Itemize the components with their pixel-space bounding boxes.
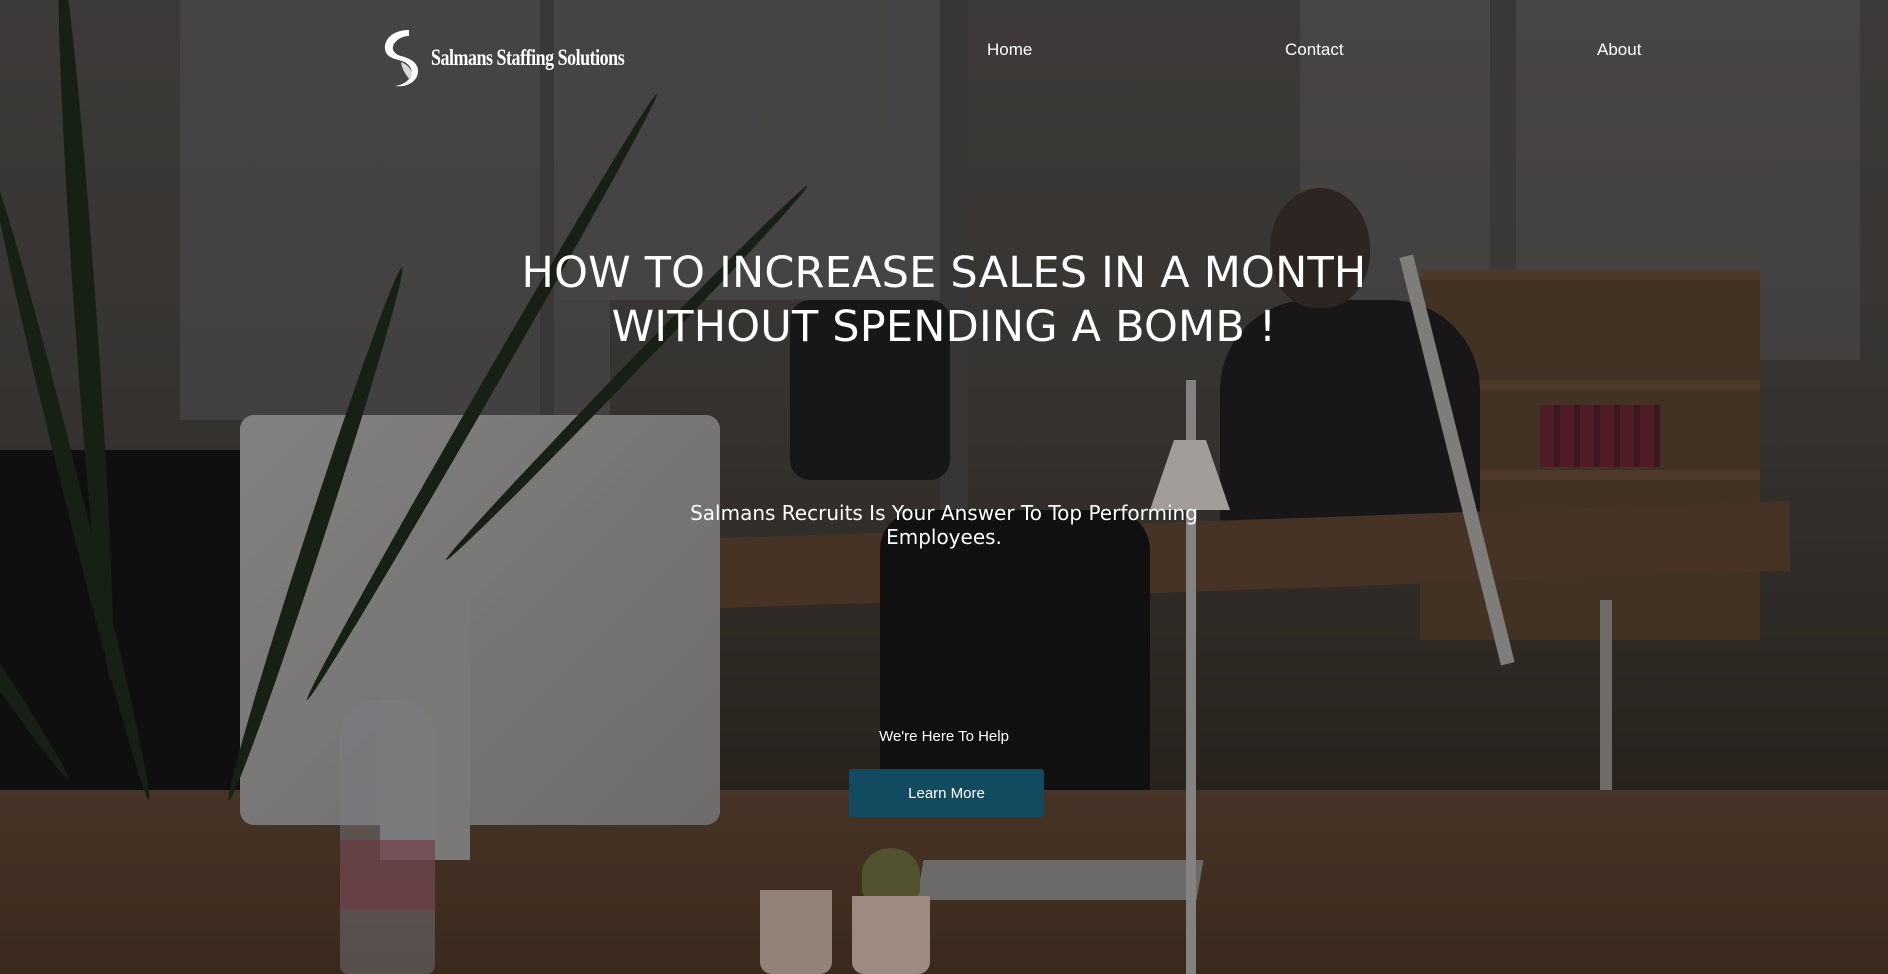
- site-logo-text: Salmans Staffing Solutions: [431, 45, 625, 70]
- hero-title: HOW TO INCREASE SALES IN A MONTH WITHOUT…: [444, 246, 1444, 354]
- landing-page: Salmans Staffing Solutions Home Contact …: [0, 0, 1888, 974]
- nav-link-about[interactable]: About: [1597, 40, 1641, 60]
- site-logo[interactable]: Salmans Staffing Solutions: [381, 28, 679, 88]
- help-tagline: We're Here To Help: [879, 728, 1009, 745]
- nav-link-contact[interactable]: Contact: [1285, 40, 1344, 60]
- nav-link-home[interactable]: Home: [987, 40, 1032, 60]
- background-dim-overlay: [0, 0, 1888, 974]
- stylized-s-leaf-icon: [384, 30, 419, 87]
- hero-title-line-1: HOW TO INCREASE SALES IN A MONTH: [521, 248, 1367, 298]
- learn-more-button[interactable]: Learn More: [849, 769, 1044, 817]
- hero-title-line-2: WITHOUT SPENDING A BOMB !: [611, 302, 1277, 352]
- hero-subtitle: Salmans Recruits Is Your Answer To Top P…: [690, 501, 1198, 549]
